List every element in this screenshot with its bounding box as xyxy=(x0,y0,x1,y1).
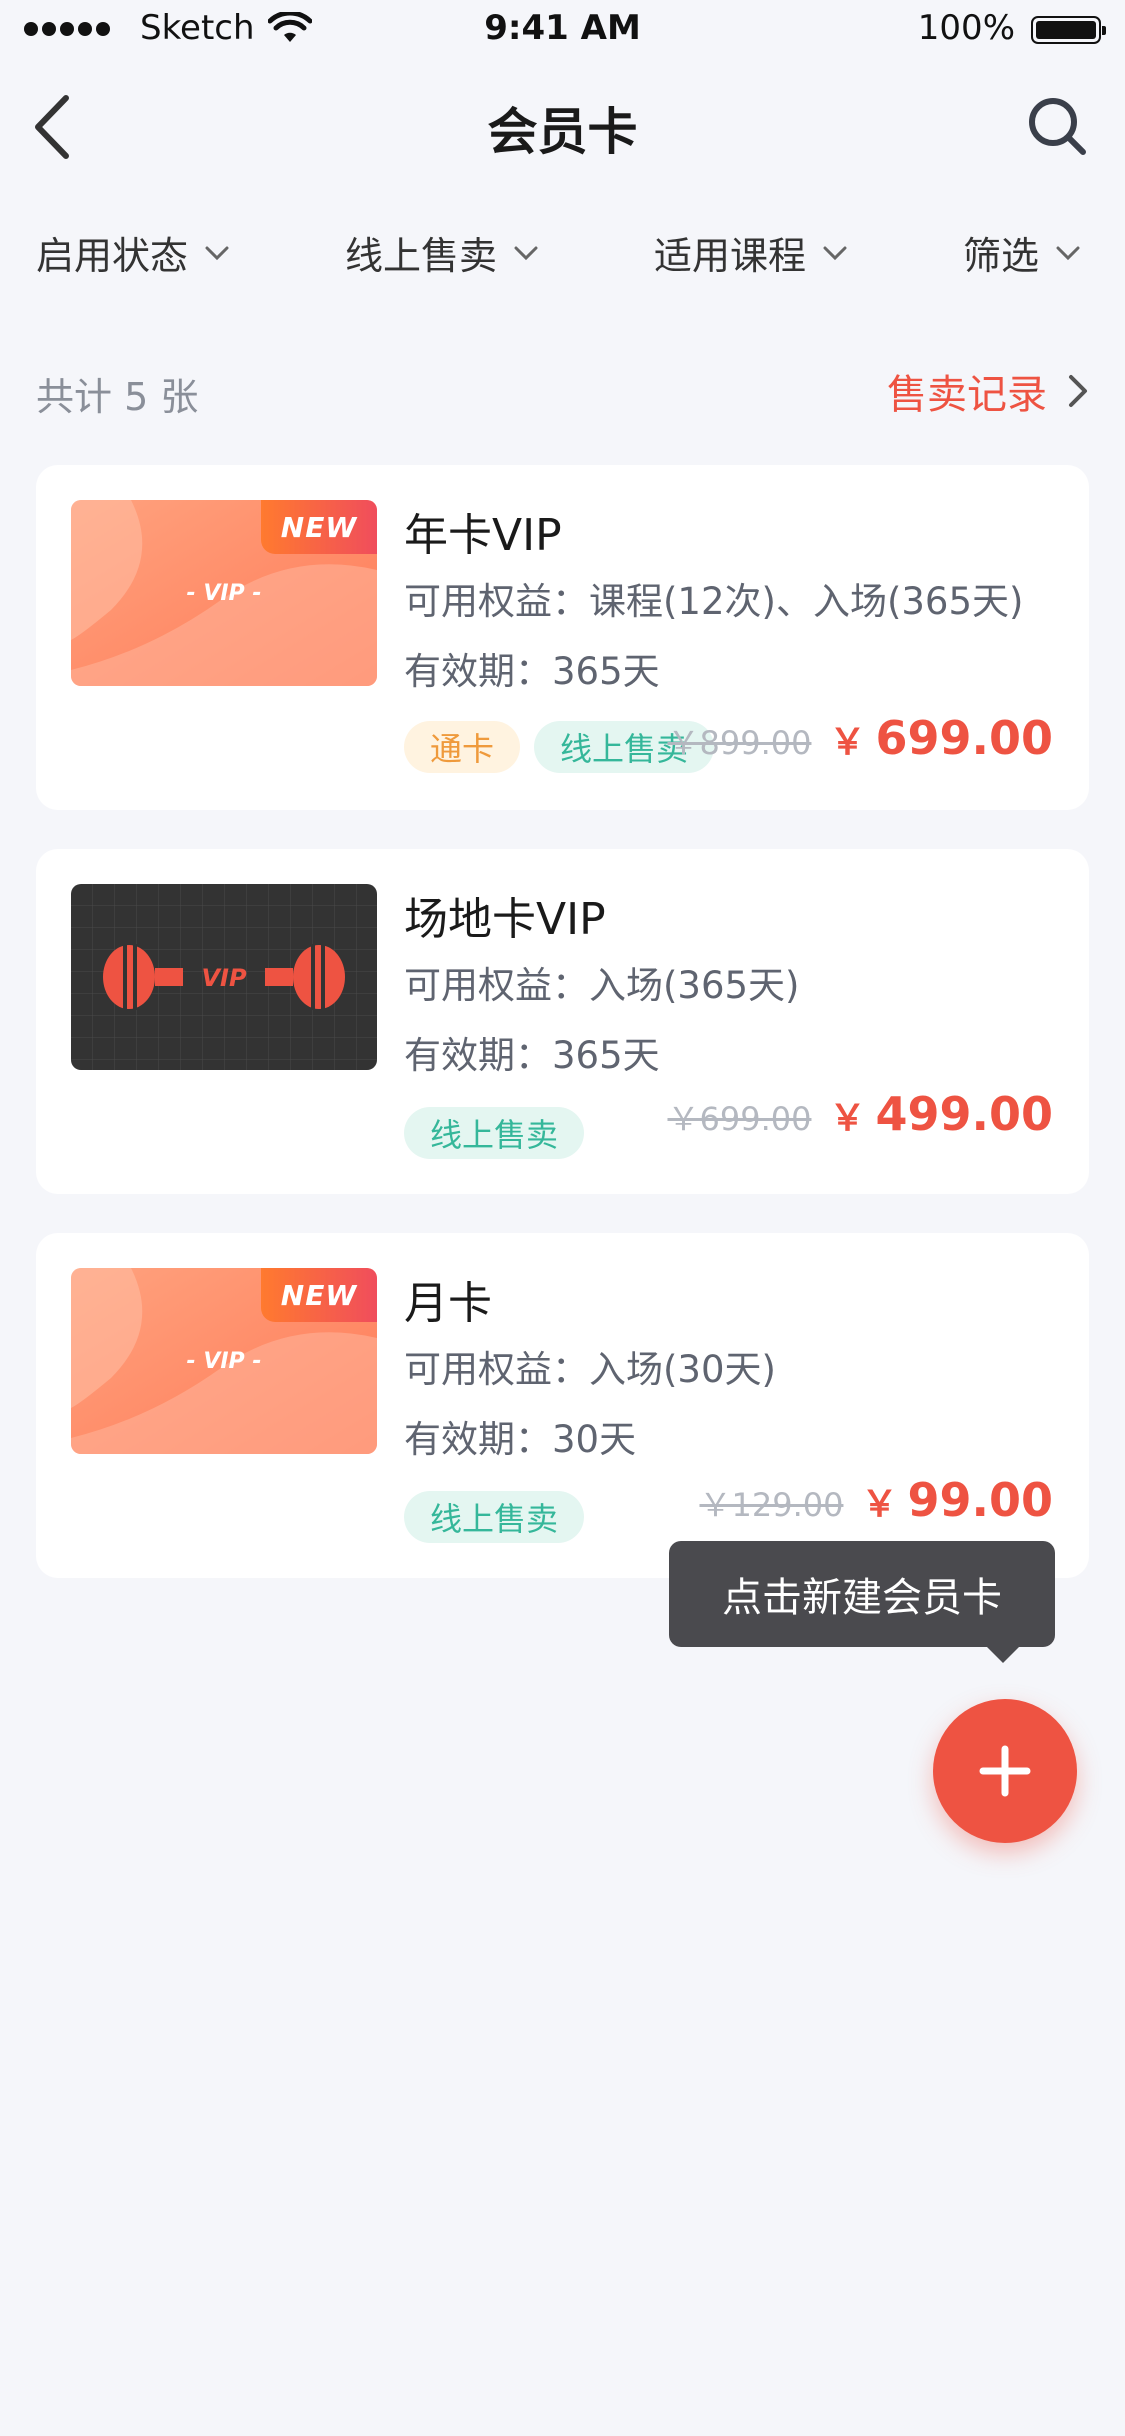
tag-online-sale: 线上售卖 xyxy=(404,1491,585,1543)
card-count: 共计 5 张 xyxy=(36,375,199,419)
membership-card[interactable]: - VIP - NEW 年卡VIP 可用权益：课程(12次)、入场(365天) … xyxy=(36,465,1089,810)
membership-card[interactable]: VIP 场地卡VIP 可用权益：入场(365天) 有效期：365天 线上售卖 ￥… xyxy=(36,849,1089,1194)
card-name: 年卡VIP xyxy=(404,510,562,561)
battery-icon xyxy=(1031,16,1106,44)
card-benefits: 可用权益：入场(365天) xyxy=(404,964,800,1007)
currency-symbol: ￥ xyxy=(861,1484,898,1525)
tag-list: 线上售卖 xyxy=(404,1491,585,1543)
status-bar: Sketch 9:41 AM 100% xyxy=(0,0,1125,60)
card-thumbnail: - VIP - NEW xyxy=(71,1268,377,1454)
summary-row: 共计 5 张 售卖记录 xyxy=(0,362,1125,422)
dumbbell-card-image: VIP xyxy=(71,884,377,1070)
original-price: ￥129.00 xyxy=(699,1486,844,1524)
new-badge: NEW xyxy=(261,1268,377,1322)
card-thumbnail: VIP xyxy=(71,884,377,1070)
current-price: 99.00 xyxy=(907,1473,1053,1527)
tag-list: 线上售卖 xyxy=(404,1107,585,1159)
new-badge: NEW xyxy=(261,500,377,554)
membership-card[interactable]: - VIP - NEW 月卡 可用权益：入场(30天) 有效期：30天 线上售卖… xyxy=(36,1233,1089,1578)
navigation-bar: 会员卡 xyxy=(0,70,1125,182)
filter-more[interactable]: 筛选 xyxy=(963,225,1081,280)
price-box: ￥129.00 ￥ 99.00 xyxy=(699,1473,1053,1527)
price-box: ￥899.00 ￥ 699.00 xyxy=(667,711,1053,765)
currency-symbol: ￥ xyxy=(829,1098,866,1139)
card-benefits: 可用权益：入场(30天) xyxy=(404,1348,776,1391)
card-name: 场地卡VIP xyxy=(404,894,606,945)
thumb-vip-text: - VIP - xyxy=(187,1349,262,1374)
thumb-vip-text: VIP xyxy=(201,964,247,992)
sales-record-link[interactable]: 售卖记录 xyxy=(887,362,1089,420)
chevron-down-icon xyxy=(205,246,229,260)
filter-label: 筛选 xyxy=(963,234,1040,278)
thumb-vip-text: - VIP - xyxy=(187,581,262,606)
card-benefits: 可用权益：课程(12次)、入场(365天) xyxy=(404,580,1024,623)
create-card-tooltip: 点击新建会员卡 xyxy=(669,1541,1055,1663)
card-thumbnail: - VIP - NEW xyxy=(71,500,377,686)
filter-label: 线上售卖 xyxy=(345,234,498,278)
current-price: 499.00 xyxy=(875,1087,1053,1141)
card-validity: 有效期：365天 xyxy=(404,1034,660,1077)
search-icon[interactable] xyxy=(1025,94,1089,158)
tag-online-sale: 线上售卖 xyxy=(404,1107,585,1159)
chevron-right-icon xyxy=(1069,375,1087,407)
card-validity: 有效期：30天 xyxy=(404,1418,637,1461)
currency-symbol: ￥ xyxy=(829,722,866,763)
filter-course[interactable]: 适用课程 xyxy=(654,225,848,280)
chevron-down-icon xyxy=(823,246,847,260)
original-price: ￥899.00 xyxy=(667,724,812,762)
chevron-down-icon xyxy=(514,246,538,260)
filter-online-sale[interactable]: 线上售卖 xyxy=(345,225,539,280)
filter-status[interactable]: 启用状态 xyxy=(36,225,230,280)
plus-icon xyxy=(979,1745,1031,1797)
chevron-left-icon[interactable] xyxy=(28,92,76,162)
chevron-down-icon xyxy=(1056,246,1080,260)
battery-percent: 100% xyxy=(917,8,1015,48)
sales-record-label: 售卖记录 xyxy=(887,372,1047,418)
price-box: ￥699.00 ￥ 499.00 xyxy=(667,1087,1053,1141)
card-name: 月卡 xyxy=(404,1278,492,1329)
filter-bar: 启用状态 线上售卖 适用课程 筛选 xyxy=(0,225,1125,289)
card-validity: 有效期：365天 xyxy=(404,650,660,693)
tag-universal: 通卡 xyxy=(404,721,521,773)
filter-label: 适用课程 xyxy=(654,234,807,278)
filter-label: 启用状态 xyxy=(36,234,189,278)
original-price: ￥699.00 xyxy=(667,1100,812,1138)
current-price: 699.00 xyxy=(875,711,1053,765)
add-card-button[interactable] xyxy=(933,1699,1077,1843)
page-title: 会员卡 xyxy=(487,103,638,161)
